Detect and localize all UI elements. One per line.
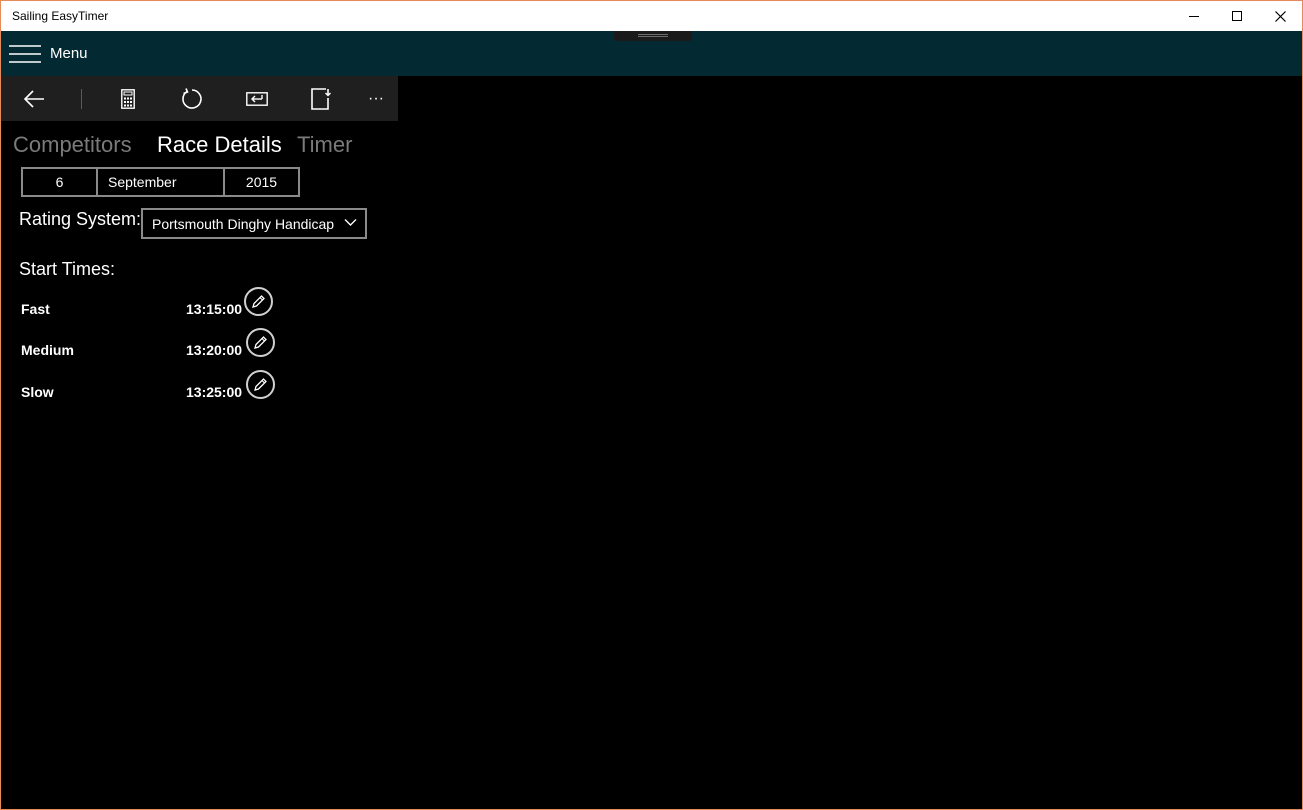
minimize-button[interactable] (1172, 1, 1216, 31)
title-bar: Sailing EasyTimer (1, 1, 1302, 31)
date-year-value: 2015 (245, 174, 278, 190)
chevron-down-icon (344, 219, 357, 226)
pencil-icon (254, 336, 267, 349)
tab-competitors[interactable]: Competitors (13, 132, 132, 158)
app-title: Sailing EasyTimer (12, 9, 109, 23)
edit-start-time-button[interactable] (244, 287, 273, 316)
minimize-icon (1188, 15, 1199, 17)
start-time-name: Medium (21, 342, 74, 358)
menu-label[interactable]: Menu (50, 45, 88, 62)
calculator-button[interactable] (114, 85, 142, 113)
date-month-picker[interactable]: September (96, 167, 225, 197)
maximize-icon (1231, 10, 1242, 21)
export-button[interactable] (307, 85, 335, 113)
calculator-icon (121, 89, 135, 109)
menu-bar: Menu (1, 31, 1302, 76)
keyboard-button[interactable] (243, 85, 271, 113)
export-icon (311, 88, 331, 110)
edit-start-time-button[interactable] (246, 328, 275, 357)
back-button[interactable] (20, 85, 48, 113)
more-button[interactable]: ··· (362, 85, 390, 113)
date-day-picker[interactable]: 6 (21, 167, 98, 197)
start-time-name: Slow (21, 384, 54, 400)
date-month-value: September (108, 174, 177, 190)
start-time-value: 13:20:00 (186, 342, 243, 358)
pencil-icon (252, 295, 265, 308)
close-icon (1274, 10, 1286, 22)
hamburger-menu-button[interactable] (9, 45, 41, 63)
start-time-value: 13:25:00 (186, 384, 243, 400)
title-grip-handle[interactable] (614, 31, 692, 41)
start-time-value: 13:15:00 (186, 301, 243, 317)
tab-timer[interactable]: Timer (297, 132, 352, 158)
command-bar: ··· (1, 76, 398, 121)
refresh-button[interactable] (178, 85, 206, 113)
rating-system-label: Rating System: (19, 209, 142, 229)
refresh-icon (182, 88, 202, 109)
keyboard-icon (246, 92, 268, 106)
rating-system-value: Portsmouth Dinghy Handicap (152, 216, 335, 232)
pencil-icon (254, 378, 267, 391)
maximize-button[interactable] (1215, 1, 1259, 31)
app-window: Sailing EasyTimer Menu ··· Competitors R… (0, 0, 1303, 810)
hamburger-icon (9, 45, 41, 63)
date-year-picker[interactable]: 2015 (223, 167, 300, 197)
date-day-value: 6 (55, 174, 64, 190)
edit-start-time-button[interactable] (246, 370, 275, 399)
rating-system-dropdown[interactable]: Portsmouth Dinghy Handicap (141, 208, 367, 239)
command-separator (81, 89, 82, 109)
start-time-name: Fast (21, 301, 50, 317)
back-arrow-icon (23, 90, 44, 108)
start-times-label: Start Times: (19, 259, 116, 279)
close-button[interactable] (1258, 1, 1302, 31)
more-icon: ··· (368, 90, 384, 107)
tab-race-details[interactable]: Race Details (157, 132, 282, 158)
